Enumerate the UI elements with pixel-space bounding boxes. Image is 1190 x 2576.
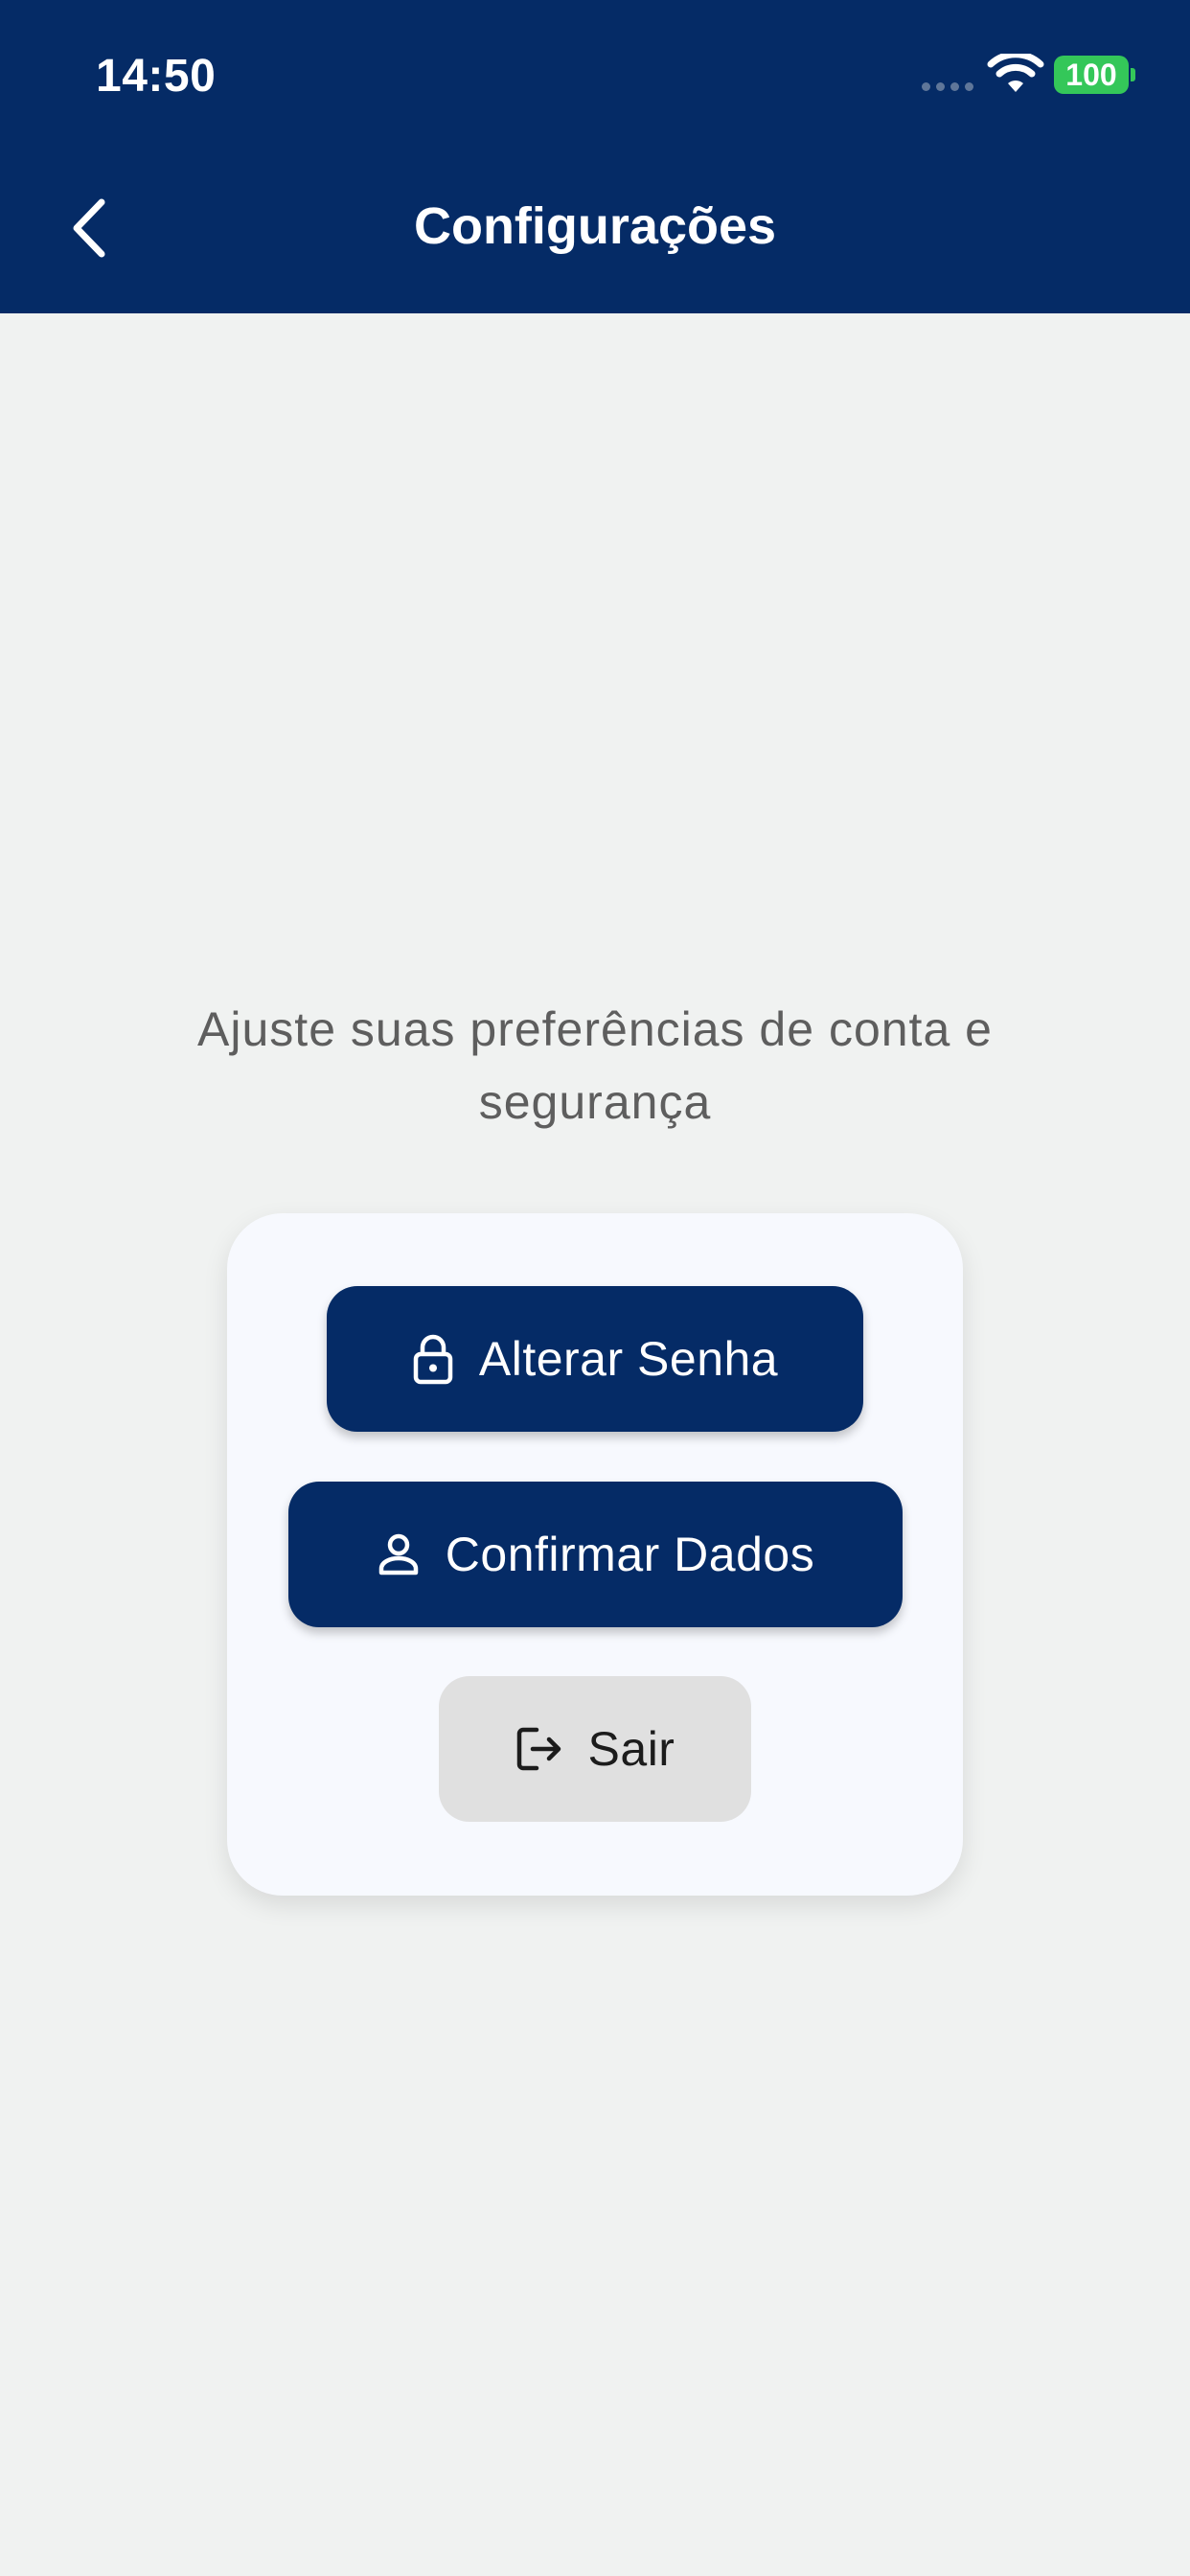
status-time: 14:50: [96, 51, 217, 102]
subtitle-line-1: Ajuste suas preferências de conta e: [197, 1002, 993, 1056]
logout-icon: [515, 1726, 563, 1772]
lock-icon: [412, 1333, 454, 1385]
user-icon: [377, 1532, 421, 1576]
settings-screen: 14:50 100 Configurações Ajuste suas pref…: [0, 0, 1190, 2576]
settings-subtitle: Ajuste suas preferências de conta e segu…: [116, 993, 1074, 1138]
confirm-data-label: Confirmar Dados: [445, 1528, 815, 1581]
subtitle-line-2: segurança: [478, 1075, 712, 1129]
change-password-label: Alterar Senha: [478, 1332, 779, 1386]
page-title: Configurações: [413, 197, 777, 255]
cellular-signal-icon: [922, 82, 973, 91]
battery-indicator: 100: [1054, 56, 1129, 94]
battery-cap: [1131, 68, 1135, 81]
change-password-button[interactable]: Alterar Senha: [327, 1286, 863, 1432]
wifi-icon: [987, 54, 1044, 92]
logout-button[interactable]: Sair: [439, 1676, 751, 1822]
confirm-data-button[interactable]: Confirmar Dados: [288, 1482, 903, 1627]
logout-label: Sair: [587, 1722, 675, 1776]
app-header: 14:50 100 Configurações: [0, 0, 1190, 313]
